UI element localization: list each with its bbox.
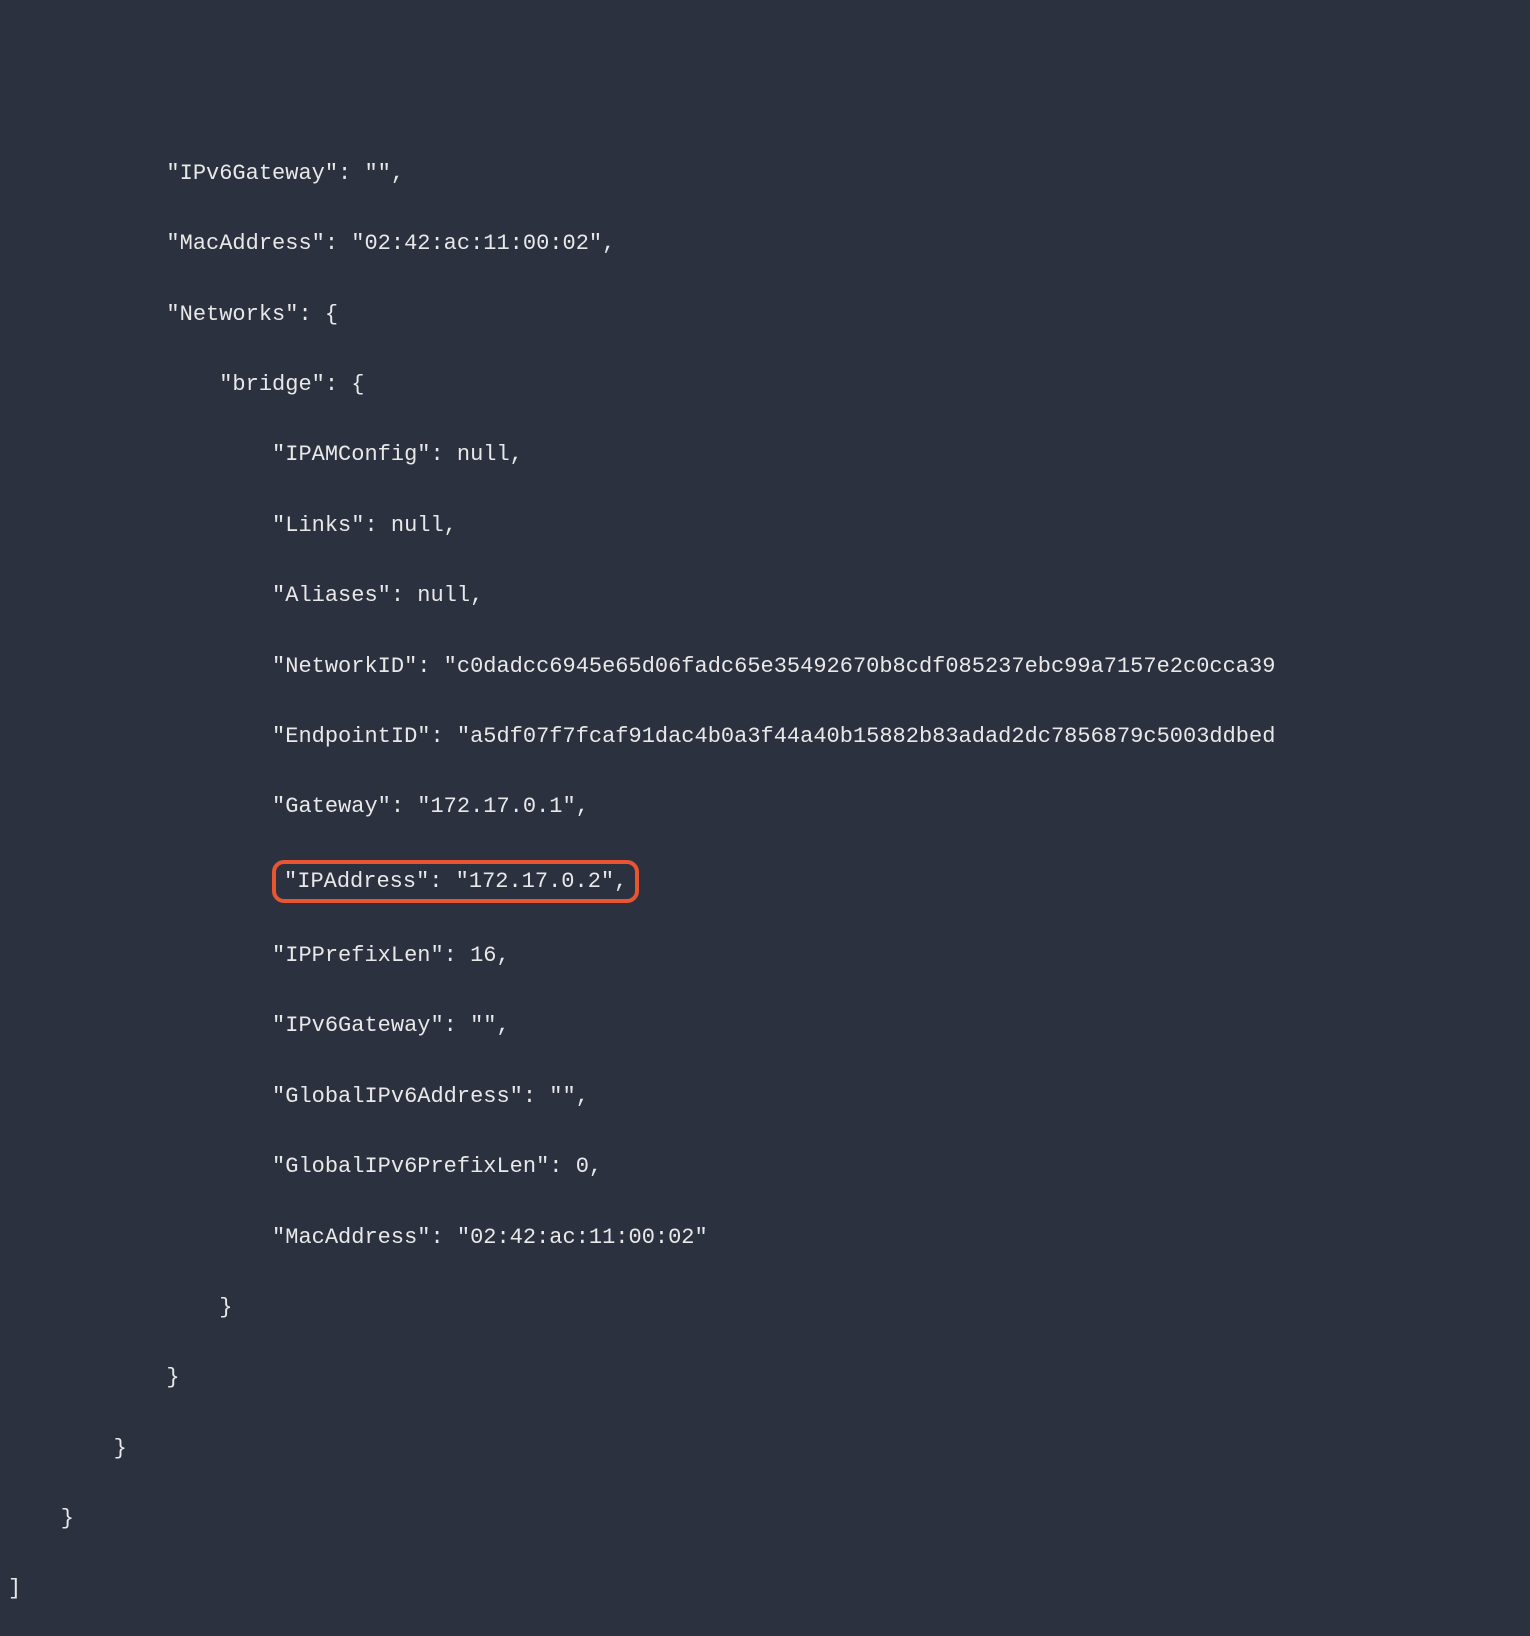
- output-line: "NetworkID": "c0dadcc6945e65d06fadc65e35…: [8, 649, 1522, 684]
- output-line: "IPv6Gateway": "",: [8, 1008, 1522, 1043]
- output-line: }: [8, 1360, 1522, 1395]
- output-line: "MacAddress": "02:42:ac:11:00:02",: [8, 226, 1522, 261]
- output-line: "Networks": {: [8, 297, 1522, 332]
- output-line: "GlobalIPv6Address": "",: [8, 1079, 1522, 1114]
- output-line: "Aliases": null,: [8, 578, 1522, 613]
- output-line: "GlobalIPv6PrefixLen": 0,: [8, 1149, 1522, 1184]
- output-line: "EndpointID": "a5df07f7fcaf91dac4b0a3f44…: [8, 719, 1522, 754]
- output-line: "IPv6Gateway": "",: [8, 156, 1522, 191]
- indent: [8, 869, 272, 894]
- output-line: }: [8, 1431, 1522, 1466]
- output-line: "IPAMConfig": null,: [8, 437, 1522, 472]
- terminal-output[interactable]: "IPv6Gateway": "", "MacAddress": "02:42:…: [0, 141, 1530, 1636]
- output-line: "Links": null,: [8, 508, 1522, 543]
- ip-address-highlight: "IPAddress": "172.17.0.2",: [272, 860, 639, 903]
- output-line: ]: [8, 1571, 1522, 1606]
- output-line: "bridge": {: [8, 367, 1522, 402]
- output-line: }: [8, 1290, 1522, 1325]
- output-line: "IPPrefixLen": 16,: [8, 938, 1522, 973]
- output-line: "MacAddress": "02:42:ac:11:00:02": [8, 1220, 1522, 1255]
- output-line: "Gateway": "172.17.0.1",: [8, 789, 1522, 824]
- output-line: }: [8, 1501, 1522, 1536]
- output-line-highlighted: "IPAddress": "172.17.0.2",: [8, 860, 1522, 903]
